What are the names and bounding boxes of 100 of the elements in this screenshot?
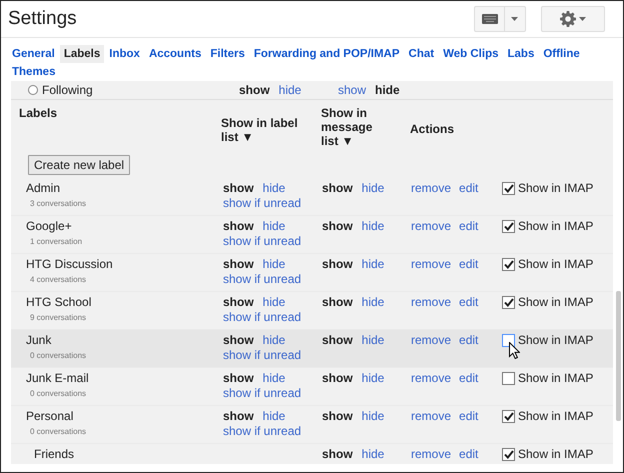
option-link[interactable]: show if unread	[223, 272, 322, 286]
conversation-count: 3 conversations	[29, 199, 88, 208]
option-link[interactable]: hide	[362, 409, 384, 443]
action-link[interactable]: edit	[459, 447, 478, 464]
settings-icon	[560, 11, 576, 27]
label-row[interactable]: Junk E-mail 0 conversations show hide show if unread show hide remove edit Show in IMAP	[11, 368, 613, 406]
label-name[interactable]: Google+	[26, 219, 223, 233]
checkbox[interactable]	[502, 258, 515, 271]
option-link[interactable]: hide	[262, 257, 286, 271]
checkbox-label[interactable]: Show in IMAP	[518, 181, 594, 195]
label-name[interactable]: Admin	[26, 181, 223, 195]
action-link[interactable]: remove	[411, 295, 452, 329]
checkbox[interactable]	[502, 334, 515, 347]
option-link[interactable]: show if unread	[223, 196, 322, 210]
action-link[interactable]: remove	[411, 333, 452, 367]
option-link[interactable]: hide	[262, 219, 286, 233]
mouse-pointer-icon	[509, 342, 520, 359]
action-link[interactable]: remove	[411, 257, 452, 291]
label-row[interactable]: Admin 3 conversations show hide show if unread show hide remove edit Show in IMAP	[11, 178, 613, 216]
action-link[interactable]: edit	[459, 409, 478, 443]
column-heading[interactable]: Show in label list ▼	[221, 106, 301, 150]
option-link[interactable]: hide	[262, 333, 286, 347]
label-name[interactable]: Friends	[34, 447, 223, 461]
checkbox[interactable]	[502, 448, 515, 461]
settings-tab[interactable]: Filters	[206, 45, 249, 63]
checkbox-label[interactable]: Show in IMAP	[518, 371, 594, 385]
label-row[interactable]: Personal 0 conversations show hide show if unread show hide remove edit Show in IMAP	[11, 406, 613, 444]
option-link[interactable]: hide	[362, 219, 384, 253]
radio-button[interactable]	[28, 85, 38, 95]
action-link[interactable]: remove	[411, 447, 452, 464]
create-label-button[interactable]: Create new label	[28, 155, 130, 175]
option-link[interactable]: hide	[362, 295, 384, 329]
scrollbar[interactable]	[616, 291, 621, 421]
action-link[interactable]: edit	[459, 371, 478, 405]
settings-tab[interactable]: Inbox	[105, 45, 144, 63]
settings-tab[interactable]: Chat	[404, 45, 438, 63]
action-link[interactable]: remove	[411, 181, 452, 215]
label-row[interactable]: HTG Discussion 4 conversations show hide show if unread show hide remove edit Show in IMAP	[11, 254, 613, 292]
conversation-count: 9 conversations	[29, 313, 88, 322]
conversation-count: 0 conversations	[29, 351, 88, 360]
caret-icon	[579, 17, 586, 21]
option-link[interactable]: show if unread	[223, 234, 322, 248]
settings-tab[interactable]: Forwarding and POP/IMAP	[250, 45, 404, 63]
action-link[interactable]: remove	[411, 219, 452, 253]
action-link[interactable]: edit	[459, 295, 478, 329]
checkbox[interactable]	[502, 372, 515, 385]
option-link[interactable]: hide	[362, 181, 384, 215]
option-link[interactable]: show if unread	[223, 348, 322, 362]
action-link[interactable]: remove	[411, 371, 452, 405]
checkbox-label[interactable]: Show in IMAP	[518, 333, 594, 347]
checkbox[interactable]	[502, 182, 515, 195]
option-link[interactable]: hide	[278, 83, 302, 97]
option-link[interactable]: show if unread	[223, 386, 322, 400]
option-link[interactable]: show if unread	[223, 310, 322, 324]
label-row[interactable]: Friends show hide remove edit Show in IMAP	[11, 444, 613, 464]
checkbox-label[interactable]: Show in IMAP	[518, 219, 594, 233]
option-link[interactable]: show	[338, 83, 366, 97]
label-row[interactable]: Junk 0 conversations show hide show if unread show hide remove edit Show in IMAP	[11, 330, 613, 368]
checkbox[interactable]	[502, 410, 515, 423]
option-link[interactable]: hide	[362, 257, 384, 291]
column-heading: Labels	[19, 106, 58, 122]
conversation-count: 1 conversation	[29, 237, 84, 246]
checkbox-label[interactable]: Show in IMAP	[518, 257, 594, 271]
current-option: show	[223, 409, 254, 423]
label-name[interactable]: Junk E-mail	[26, 371, 223, 385]
label-name[interactable]: Junk	[26, 333, 223, 347]
settings-tab[interactable]: Web Clips	[439, 45, 502, 63]
settings-tab[interactable]: Labels	[60, 45, 104, 63]
action-link[interactable]: edit	[459, 181, 478, 215]
label-name[interactable]: HTG Discussion	[26, 257, 223, 271]
checkbox[interactable]	[502, 220, 515, 233]
input-tools-button[interactable]	[474, 6, 526, 32]
option-link[interactable]: hide	[262, 295, 286, 309]
option-link[interactable]: hide	[262, 409, 286, 423]
label-name[interactable]: Personal	[26, 409, 223, 423]
action-link[interactable]: edit	[459, 257, 478, 291]
checkbox-label[interactable]: Show in IMAP	[518, 447, 594, 461]
option-link[interactable]: hide	[362, 371, 384, 405]
option-link[interactable]: hide	[262, 181, 286, 195]
settings-tab[interactable]: Accounts	[144, 45, 206, 63]
option-link[interactable]: hide	[362, 447, 384, 464]
label-name[interactable]: HTG School	[26, 295, 223, 309]
checkbox-label[interactable]: Show in IMAP	[518, 295, 594, 309]
settings-tab[interactable]: Themes	[8, 63, 60, 81]
current-option: show	[223, 219, 254, 233]
checkbox[interactable]	[502, 296, 515, 309]
action-link[interactable]: remove	[411, 409, 452, 443]
label-row[interactable]: Google+ 1 conversation show hide show if unread show hide remove edit Show in IMAP	[11, 216, 613, 254]
settings-tab[interactable]: Labs	[504, 45, 538, 63]
current-option: show	[322, 181, 353, 215]
action-link[interactable]: edit	[459, 333, 478, 367]
option-link[interactable]: hide	[262, 371, 286, 385]
settings-tab[interactable]: Offline	[539, 45, 584, 63]
column-heading[interactable]: Show in message list ▼	[321, 106, 381, 150]
checkbox-label[interactable]: Show in IMAP	[518, 409, 594, 423]
settings-tab[interactable]: General	[8, 45, 59, 63]
option-link[interactable]: show if unread	[223, 424, 322, 438]
option-link[interactable]: hide	[362, 333, 384, 367]
action-link[interactable]: edit	[459, 219, 478, 253]
settings-button[interactable]	[541, 6, 605, 32]
